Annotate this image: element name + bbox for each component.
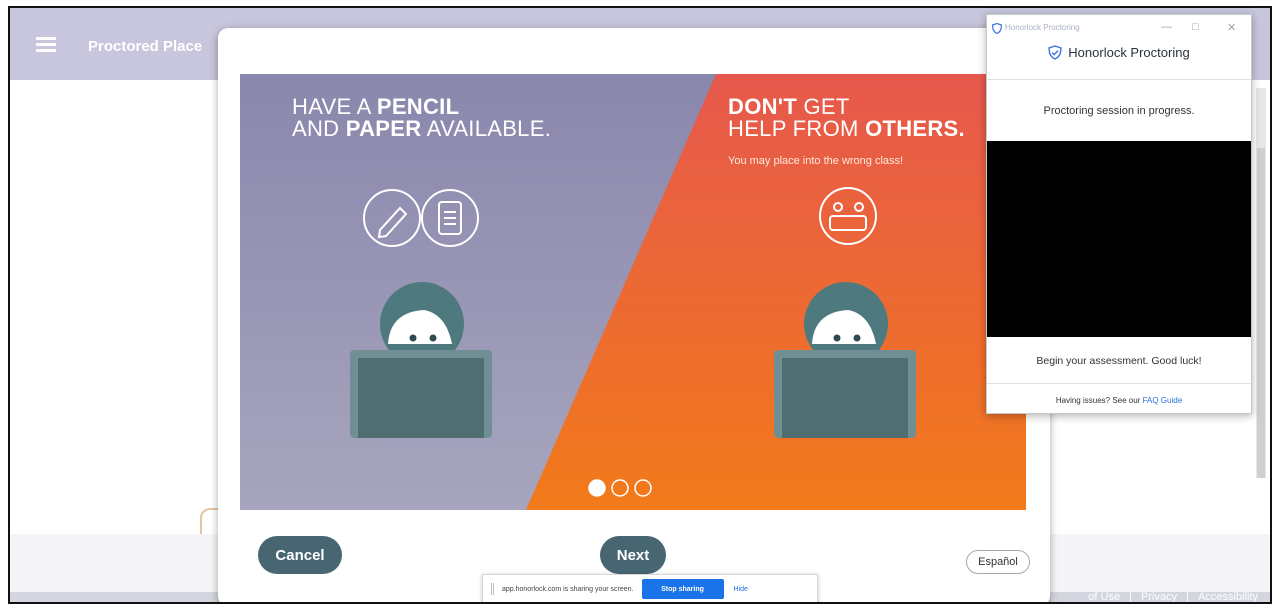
shield-icon bbox=[992, 23, 1002, 34]
page-scrollbar[interactable] bbox=[1256, 88, 1266, 478]
window-title: Honorlock Proctoring bbox=[1005, 23, 1080, 32]
app-title: Proctored Place bbox=[88, 38, 203, 55]
webcam-preview bbox=[987, 141, 1251, 337]
brand-label: Honorlock Proctoring bbox=[1068, 45, 1190, 60]
help-text: Having issues? See our FAQ Guide bbox=[987, 396, 1251, 405]
left-headline: HAVE A PENCIL AND PAPER AVAILABLE. bbox=[292, 94, 552, 141]
divider bbox=[987, 383, 1251, 384]
help-prefix: Having issues? See our bbox=[1055, 396, 1143, 405]
language-toggle-button[interactable]: Español bbox=[966, 550, 1030, 574]
stop-sharing-button[interactable]: Stop sharing bbox=[641, 579, 724, 599]
sharing-message: app.honorlock.com is sharing your screen… bbox=[502, 585, 634, 593]
decorative-shape bbox=[200, 508, 218, 534]
right-subtitle: You may place into the wrong class! bbox=[728, 155, 904, 167]
menu-icon[interactable] bbox=[36, 37, 56, 53]
hide-link[interactable]: Hide bbox=[734, 586, 748, 593]
window-titlebar[interactable]: Honorlock Proctoring — □ ✕ bbox=[987, 15, 1251, 43]
drag-handle-icon[interactable] bbox=[491, 583, 494, 595]
footer-link-accessibility[interactable]: Accessibility bbox=[1198, 591, 1258, 602]
footer-links: of Use | Privacy | Accessibility bbox=[1082, 591, 1258, 603]
footer-separator: | bbox=[1186, 591, 1190, 603]
scrollbar-thumb[interactable] bbox=[1257, 148, 1265, 478]
instruction-slide: HAVE A PENCIL AND PAPER AVAILABLE. DON'T… bbox=[240, 74, 1026, 510]
right-headline: DON'T GET HELP FROM OTHERS. bbox=[728, 94, 965, 141]
begin-message: Begin your assessment. Good luck! bbox=[1036, 355, 1202, 367]
faq-guide-link[interactable]: FAQ Guide bbox=[1143, 396, 1183, 405]
proctoring-window: Honorlock Proctoring — □ ✕ Honorlock Pro… bbox=[986, 14, 1252, 414]
cancel-button[interactable]: Cancel bbox=[258, 536, 342, 574]
instructions-modal: HAVE A PENCIL AND PAPER AVAILABLE. DON'T… bbox=[218, 28, 1050, 602]
minimize-icon[interactable]: — bbox=[1161, 21, 1172, 33]
shield-check-icon bbox=[1048, 45, 1063, 60]
maximize-icon[interactable]: □ bbox=[1192, 21, 1199, 33]
divider bbox=[987, 79, 1251, 80]
footer-link-terms[interactable]: of Use bbox=[1088, 591, 1120, 602]
screen-sharing-bar: app.honorlock.com is sharing your screen… bbox=[482, 574, 818, 602]
footer-separator: | bbox=[1129, 591, 1132, 603]
next-button[interactable]: Next bbox=[600, 536, 666, 574]
close-icon[interactable]: ✕ bbox=[1227, 21, 1236, 34]
footer-link-privacy[interactable]: Privacy bbox=[1141, 591, 1177, 602]
proctoring-brand: Honorlock Proctoring bbox=[987, 45, 1251, 60]
session-status: Proctoring session in progress. bbox=[1043, 105, 1195, 117]
pagination-dot-active[interactable] bbox=[588, 479, 606, 497]
